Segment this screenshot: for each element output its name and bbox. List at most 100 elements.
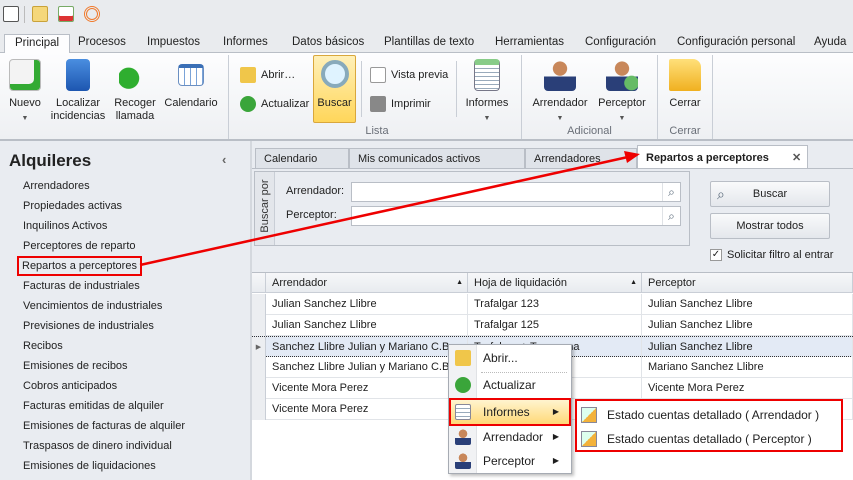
sidebar-item-emisiones-de-facturas[interactable]: Emisiones de facturas de alquiler — [22, 418, 186, 434]
phone-call-icon — [119, 59, 151, 91]
cerrar-button[interactable]: Cerrar — [664, 59, 706, 110]
sidebar-item-facturas-de-industriales[interactable]: Facturas de industriales — [22, 278, 141, 294]
sidebar-item-vencimientos[interactable]: Vencimientos de industriales — [22, 298, 163, 314]
table-cell: Sanchez Llibre Julian y Mariano C.B. — [266, 337, 468, 358]
localizar-incidencias-button[interactable]: Localizar incidencias — [50, 59, 106, 123]
sidebar-item-facturas-emitidas[interactable]: Facturas emitidas de alquiler — [22, 398, 165, 414]
new-document-icon — [9, 59, 41, 91]
folder-open-icon — [240, 67, 256, 83]
row-indicator[interactable]: ▶ — [252, 337, 266, 358]
sidebar-item-inquilinos-activos[interactable]: Inquilinos Activos — [22, 218, 108, 234]
doc-tab-repartos-a-perceptores[interactable]: Repartos a perceptores ✕ — [637, 145, 808, 169]
mail-icon[interactable] — [32, 6, 48, 22]
calendario-button[interactable]: Calendario — [163, 59, 219, 110]
nuevo-button[interactable]: Nuevo ▼ — [6, 59, 44, 125]
perceptor-search-input[interactable]: ⌕ — [351, 206, 681, 226]
clipboard-icon[interactable] — [58, 6, 74, 22]
buscar-button[interactable]: Buscar — [313, 55, 356, 123]
table-row[interactable]: Julian Sanchez Llibre Trafalgar 125 Julian… — [252, 315, 853, 336]
divider — [456, 61, 457, 117]
sidebar-item-traspasos[interactable]: Traspasos de dinero individual — [22, 438, 173, 454]
informes-button[interactable]: Informes ▼ — [462, 59, 512, 125]
table-cell: Julian Sanchez Llibre — [266, 294, 468, 315]
tab-informes[interactable]: Informes — [223, 34, 268, 53]
column-header-perceptor[interactable]: Perceptor — [642, 273, 853, 293]
row-indicator[interactable] — [252, 399, 266, 420]
menu-label: Informes — [483, 405, 530, 419]
menu-label: Estado cuentas detallado ( Arrendador ) — [607, 408, 820, 422]
row-indicator[interactable] — [252, 315, 266, 336]
chevron-down-icon: ▼ — [21, 115, 29, 122]
quick-access-toolbar — [0, 0, 853, 30]
menu-item-informes[interactable]: Informes ▶ — [449, 398, 571, 426]
tab-ayuda[interactable]: Ayuda — [814, 34, 846, 53]
phone-icon[interactable] — [3, 6, 19, 22]
column-header-hoja[interactable]: Hoja de liquidación ▲ — [468, 273, 642, 293]
search-icon[interactable]: ⌕ — [662, 183, 680, 201]
menu-item-abrir[interactable]: Abrir... — [451, 346, 569, 370]
cerrar-label: Cerrar — [669, 97, 701, 109]
perceptor-button[interactable]: Perceptor ▼ — [594, 59, 650, 125]
table-cell: Julian Sanchez Llibre — [266, 315, 468, 336]
report-check-icon — [581, 431, 597, 447]
table-cell: Julian Sanchez Llibre — [642, 294, 853, 315]
menu-item-actualizar[interactable]: Actualizar — [451, 373, 569, 397]
calendario-label: Calendario — [164, 97, 218, 109]
submenu-item-estado-perceptor[interactable]: Estado cuentas detallado ( Perceptor ) — [577, 427, 841, 451]
search-icon[interactable]: ⌕ — [662, 207, 680, 225]
tab-principal[interactable]: Principal — [4, 34, 71, 54]
broadcast-icon[interactable] — [84, 6, 100, 22]
sort-ascending-icon: ▲ — [630, 279, 637, 286]
tab-plantillas[interactable]: Plantillas de texto — [384, 34, 474, 53]
magnifier-icon: ⌕ — [717, 186, 725, 202]
tab-impuestos[interactable]: Impuestos — [147, 34, 200, 53]
table-row[interactable]: Julian Sanchez Llibre Trafalgar 123 Julian… — [252, 294, 853, 315]
sidebar-item-arrendadores[interactable]: Arrendadores — [22, 178, 91, 194]
imprimir-button[interactable]: Imprimir — [370, 96, 431, 112]
table-cell: Julian Sanchez Llibre — [642, 337, 853, 358]
tab-herramientas[interactable]: Herramientas — [495, 34, 564, 53]
arrendador-button[interactable]: Arrendador ▼ — [528, 59, 592, 125]
recoger-llamada-button[interactable]: Recoger llamada — [112, 59, 158, 123]
sidebar-item-perceptores-de-reparto[interactable]: Perceptores de reparto — [22, 238, 137, 254]
chevron-down-icon: ▼ — [618, 115, 626, 122]
menu-item-perceptor[interactable]: Perceptor ▶ — [451, 449, 569, 473]
person-key-icon — [455, 429, 471, 445]
vista-previa-button[interactable]: Vista previa — [370, 67, 448, 83]
buscar-search-button[interactable]: ⌕ Buscar — [710, 181, 830, 207]
mostrar-todos-button[interactable]: Mostrar todos — [710, 213, 830, 239]
submenu-arrow-icon: ▶ — [552, 456, 559, 465]
divider — [252, 168, 853, 169]
tab-procesos[interactable]: Procesos — [78, 34, 126, 53]
arrendador-search-input[interactable]: ⌕ — [351, 182, 681, 202]
imprimir-label: Imprimir — [391, 97, 431, 110]
doc-tab-arrendadores[interactable]: Arrendadores — [525, 148, 637, 169]
menu-label: Arrendador — [483, 430, 544, 444]
sidebar-item-previsiones[interactable]: Previsiones de industriales — [22, 318, 155, 334]
row-indicator[interactable] — [252, 357, 266, 378]
close-tab-icon[interactable]: ✕ — [792, 146, 801, 170]
column-header-arrendador[interactable]: Arrendador ▲ — [266, 273, 468, 293]
sidebar-item-recibos[interactable]: Recibos — [22, 338, 64, 354]
sidebar-item-cobros-anticipados[interactable]: Cobros anticipados — [22, 378, 118, 394]
tab-datos-basicos[interactable]: Datos básicos — [292, 34, 364, 53]
row-indicator[interactable] — [252, 378, 266, 399]
sidebar-item-repartos-a-perceptores[interactable]: Repartos a perceptores — [17, 256, 142, 276]
collapse-sidebar-button[interactable]: ‹ — [222, 152, 226, 167]
abrir-label: Abrir… — [261, 68, 296, 81]
solicitar-filtro-checkbox[interactable]: ✓ — [710, 249, 722, 261]
sidebar-item-propiedades-activas[interactable]: Propiedades activas — [22, 198, 123, 214]
tab-configuracion-personal[interactable]: Configuración personal — [677, 34, 795, 53]
doc-tab-calendario[interactable]: Calendario — [255, 148, 349, 169]
abrir-button[interactable]: Abrir… — [240, 67, 295, 83]
menu-item-arrendador[interactable]: Arrendador ▶ — [451, 425, 569, 449]
row-indicator[interactable] — [252, 294, 266, 315]
sidebar-item-emisiones-de-liquidaciones[interactable]: Emisiones de liquidaciones — [22, 458, 157, 474]
sidebar-item-emisiones-de-recibos[interactable]: Emisiones de recibos — [22, 358, 129, 374]
doc-tab-mis-comunicados[interactable]: Mis comunicados activos — [349, 148, 525, 169]
actualizar-button[interactable]: Actualizar — [240, 96, 309, 112]
tab-configuracion[interactable]: Configuración — [585, 34, 656, 53]
divider — [228, 55, 229, 139]
submenu-item-estado-arrendador[interactable]: Estado cuentas detallado ( Arrendador ) — [577, 403, 841, 427]
submenu-arrow-icon: ▶ — [552, 407, 559, 416]
